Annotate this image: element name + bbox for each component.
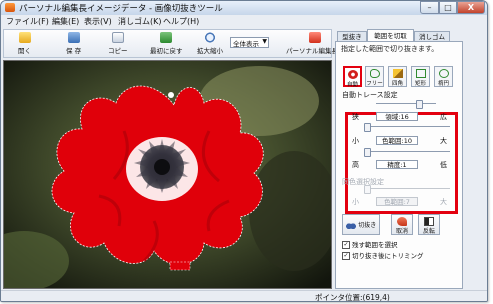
trim-after-cut-check[interactable]: ✓ — [342, 252, 350, 260]
magnet-icon — [347, 70, 358, 79]
minimize-button[interactable]: – — [420, 1, 439, 14]
precision-slider[interactable] — [364, 148, 450, 157]
flower-core — [154, 159, 170, 175]
close-button[interactable]: X — [457, 1, 485, 14]
trim-after-cut-checkbox[interactable]: ✓ 切り抜き後にトリミング — [342, 250, 424, 260]
color-range-slider[interactable] — [364, 123, 450, 132]
precision-right-label: 低 — [440, 161, 447, 169]
menu-view[interactable]: 表示(V) — [84, 16, 112, 27]
tool-auto[interactable]: 自動 — [343, 66, 362, 88]
precision-value: 精度:1 — [376, 160, 418, 169]
tool-same-color[interactable]: 四角 — [388, 66, 407, 87]
tool-ellipse-label: 楕円 — [437, 81, 449, 87]
cut-range-panel: 指定した範囲で切り抜きます。 自動 フリー 四角 矩形 楕円 自動トレース設定 … — [335, 41, 463, 289]
tab-cut-range[interactable]: 範囲を切取 — [367, 29, 414, 41]
selection-fragment — [169, 261, 191, 271]
zoom-scale-value: 全体表示 — [233, 40, 259, 48]
same-color-slider — [364, 185, 450, 194]
export-icon — [309, 32, 322, 43]
panel-tabs: 型抜き 範囲を切取 消しゴム — [335, 29, 463, 41]
keep-area-checkbox[interactable]: ✓ 残す範囲を選択 — [342, 239, 398, 249]
reset-button[interactable]: 最初に戻す — [150, 32, 183, 55]
reset-label: 最初に戻す — [150, 47, 183, 55]
color-range-slider-thumb[interactable] — [364, 123, 371, 132]
zoom-button[interactable]: 拡大縮小 — [197, 32, 223, 55]
menu-file[interactable]: ファイル(F) — [6, 16, 49, 27]
title-bar: パーソナル編集長イメージデータ - 画像切抜きツール – □ X — [1, 1, 487, 15]
tool-auto-label: 自動 — [346, 82, 358, 88]
cut-button[interactable]: 切抜き — [342, 214, 380, 235]
area-slider[interactable] — [376, 100, 436, 109]
menu-bar: ファイル(F) 編集(E) 表示(V) 消しゴム(K) ヘルプ(H) — [1, 15, 487, 27]
app-icon — [5, 3, 15, 12]
tool-panel: 型抜き 範囲を切取 消しゴム 指定した範囲で切り抜きます。 自動 フリー 四角 … — [335, 29, 463, 289]
color-range-right-label: 大 — [440, 137, 447, 145]
reset-icon — [160, 32, 173, 43]
folder-icon — [18, 32, 31, 43]
tool-rectangle-label: 矩形 — [414, 81, 426, 87]
open-label: 開く — [18, 47, 31, 55]
invert-icon — [424, 217, 434, 226]
undo-button[interactable]: 取消 — [391, 214, 413, 235]
menu-eraser[interactable]: 消しゴム(K) — [118, 16, 162, 27]
magnifier-icon — [204, 32, 216, 43]
copy-label: コピー — [108, 47, 128, 55]
chevron-down-icon: ▼ — [262, 38, 267, 45]
same-color-slider-thumb — [364, 185, 371, 194]
tool-free-label: フリー — [366, 81, 383, 87]
tool-rectangle[interactable]: 矩形 — [411, 66, 430, 87]
tool-free[interactable]: フリー — [365, 66, 384, 87]
area-slider-thumb[interactable] — [416, 100, 423, 109]
area-value: 領域:16 — [376, 112, 418, 121]
invert-label: 反転 — [422, 228, 435, 235]
same-color-left-label: 小 — [352, 198, 359, 206]
precision-left-label: 高 — [352, 161, 359, 169]
zoom-label: 拡大縮小 — [197, 47, 223, 55]
same-color-value: 色範囲:7 — [376, 197, 418, 206]
rectangle-icon — [415, 69, 426, 78]
tool-ellipse[interactable]: 楕円 — [434, 66, 453, 87]
lasso-icon — [369, 69, 380, 78]
image-canvas[interactable] — [3, 60, 332, 289]
same-color-right-label: 大 — [440, 198, 447, 206]
open-button[interactable]: 開く — [18, 32, 31, 55]
save-button[interactable]: 保 存 — [66, 32, 81, 55]
panel-instruction: 指定した範囲で切り抜きます。 — [341, 45, 439, 53]
precision-slider-thumb[interactable] — [364, 148, 371, 157]
auto-trace-heading: 自動トレース設定 — [342, 91, 398, 99]
ellipse-icon — [438, 69, 449, 78]
keep-area-check[interactable]: ✓ — [342, 241, 350, 249]
same-color-heading: 同色選択設定 — [342, 178, 384, 186]
keep-area-label: 残す範囲を選択 — [352, 241, 398, 249]
cut-label: 切抜き — [358, 222, 377, 229]
invert-button[interactable]: 反転 — [418, 214, 440, 235]
window-title: パーソナル編集長イメージデータ - 画像切抜きツール — [19, 4, 223, 14]
copy-icon — [111, 32, 124, 43]
copy-button[interactable]: コピー — [108, 32, 128, 55]
status-bar: ポインタ位置:(619,4) — [1, 290, 487, 302]
scissors-icon — [345, 220, 356, 229]
toolbar: 開く 保 存 コピー 最初に戻す 拡大縮小 全体表示 ▼ パーソナル編集長へ — [3, 29, 345, 58]
area-left-label: 狭 — [352, 113, 359, 121]
trace-start-point — [168, 92, 174, 98]
trim-after-cut-label: 切り抜き後にトリミング — [352, 252, 424, 260]
area-right-label: 広 — [440, 113, 447, 121]
undo-icon — [397, 217, 407, 226]
undo-label: 取消 — [395, 228, 408, 235]
save-label: 保 存 — [66, 47, 82, 55]
menu-help[interactable]: ヘルプ(H) — [163, 16, 199, 27]
color-range-left-label: 小 — [352, 137, 359, 145]
pointer-position: ポインタ位置:(619,4) — [315, 293, 390, 302]
wand-icon — [392, 69, 403, 78]
zoom-scale-select[interactable]: 全体表示 ▼ — [230, 37, 269, 48]
maximize-button[interactable]: □ — [439, 1, 457, 14]
menu-edit[interactable]: 編集(E) — [52, 16, 79, 27]
app-window: パーソナル編集長イメージデータ - 画像切抜きツール – □ X ファイル(F)… — [0, 0, 488, 302]
tool-same-color-label: 四角 — [391, 81, 403, 87]
tab-eraser[interactable]: 消しゴム — [414, 31, 450, 41]
color-range-value: 色範囲:10 — [376, 136, 418, 145]
tab-stencil[interactable]: 型抜き — [337, 31, 367, 41]
save-icon — [67, 32, 80, 43]
photo-preview — [4, 61, 331, 288]
